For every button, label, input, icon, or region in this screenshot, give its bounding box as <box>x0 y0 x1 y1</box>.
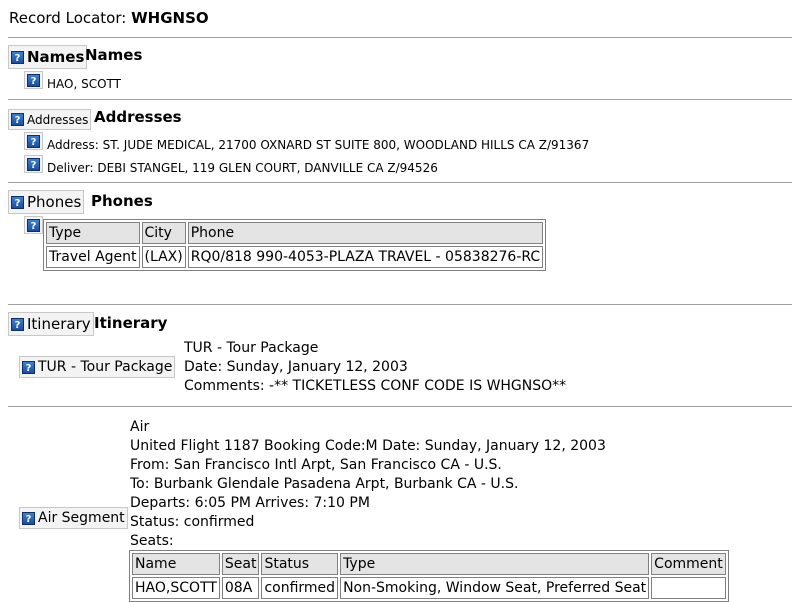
tour-heading: TUR - Tour Package <box>184 340 319 356</box>
help-icon: ? <box>27 134 40 148</box>
tour-date: Date: Sunday, January 12, 2003 <box>184 359 408 375</box>
help-icon: ? <box>27 73 40 87</box>
help-icon: ? <box>11 195 24 209</box>
itinerary-title: Itinerary <box>94 314 168 332</box>
phones-title: Phones <box>91 192 153 210</box>
phones-button[interactable]: ? Phones <box>8 190 85 214</box>
phones-table-help-button[interactable]: ? <box>24 216 43 234</box>
column-header: Seat <box>221 553 260 575</box>
help-icon: ? <box>11 113 24 126</box>
itinerary-button-label: Itinerary <box>27 315 91 333</box>
itinerary-button[interactable]: ? Itinerary <box>8 312 94 336</box>
column-header: Comment <box>651 553 726 575</box>
phones-table: Type City Phone Travel Agent (LAX) RQ0/8… <box>43 219 547 271</box>
addresses-button[interactable]: ? Addresses <box>8 109 92 130</box>
table-header-row: Type City Phone <box>46 222 544 244</box>
tour-package-button[interactable]: ? TUR - Tour Package <box>19 356 176 378</box>
divider <box>8 37 792 38</box>
table-cell: Non-Smoking, Window Seat, Preferred Seat <box>340 577 650 599</box>
table-cell: confirmed <box>261 577 339 599</box>
names-title: Names <box>85 46 143 64</box>
table-header-row: Name Seat Status Type Comment <box>132 553 726 575</box>
tour-package-button-label: TUR - Tour Package <box>38 359 173 375</box>
help-icon: ? <box>27 157 40 171</box>
phones-button-label: Phones <box>27 193 82 211</box>
table-cell: 08A <box>221 577 260 599</box>
column-header: Status <box>261 553 339 575</box>
divider <box>8 406 792 407</box>
divider <box>8 304 792 305</box>
air-from: From: San Francisco Intl Arpt, San Franc… <box>130 457 502 473</box>
column-header: Phone <box>187 222 544 244</box>
record-locator-value: WHGNSO <box>131 9 209 27</box>
help-icon: ? <box>11 317 24 331</box>
table-cell <box>651 577 726 599</box>
help-icon: ? <box>11 50 24 64</box>
column-header: Name <box>132 553 220 575</box>
name-entry-help-button[interactable]: ? <box>24 71 43 89</box>
name-entry: HAO, SCOTT <box>47 77 121 91</box>
air-to: To: Burbank Glendale Pasadena Arpt, Burb… <box>130 476 519 492</box>
record-locator: Record Locator: WHGNSO <box>9 9 209 27</box>
address-line: Address: ST. JUDE MEDICAL, 21700 OXNARD … <box>47 138 590 152</box>
air-segment-button[interactable]: ? Air Segment <box>19 507 128 529</box>
addresses-title: Addresses <box>94 108 182 126</box>
air-flight: United Flight 1187 Booking Code:M Date: … <box>130 438 606 454</box>
record-locator-label: Record Locator: <box>9 9 127 27</box>
divider <box>8 99 792 100</box>
column-header: Type <box>340 553 650 575</box>
table-cell: Travel Agent <box>46 246 140 268</box>
table-cell: HAO,SCOTT <box>132 577 220 599</box>
table-row: Travel Agent (LAX) RQ0/818 990-4053-PLAZ… <box>46 246 544 268</box>
table-cell: RQ0/818 990-4053-PLAZA TRAVEL - 05838276… <box>187 246 544 268</box>
air-segment-button-label: Air Segment <box>38 510 125 526</box>
tour-comments: Comments: -** TICKETLESS CONF CODE IS WH… <box>184 378 567 394</box>
air-heading: Air <box>130 419 150 435</box>
divider <box>8 182 792 183</box>
table-row: HAO,SCOTT 08A confirmed Non-Smoking, Win… <box>132 577 726 599</box>
deliver-help-button[interactable]: ? <box>24 155 43 173</box>
help-icon: ? <box>27 218 40 232</box>
air-status: Status: confirmed <box>130 514 255 530</box>
names-button-label: Names <box>27 48 85 66</box>
column-header: City <box>141 222 186 244</box>
table-cell: (LAX) <box>141 246 186 268</box>
column-header: Type <box>46 222 140 244</box>
addresses-button-label: Addresses <box>27 112 89 127</box>
air-seats-label: Seats: <box>130 533 174 549</box>
seats-table: Name Seat Status Type Comment HAO,SCOTT … <box>129 550 729 602</box>
help-icon: ? <box>22 360 35 374</box>
help-icon: ? <box>22 511 35 525</box>
address-help-button[interactable]: ? <box>24 132 43 150</box>
names-button[interactable]: ? Names <box>8 45 88 69</box>
deliver-line: Deliver: DEBI STANGEL, 119 GLEN COURT, D… <box>47 161 438 175</box>
air-times: Departs: 6:05 PM Arrives: 7:10 PM <box>130 495 370 511</box>
